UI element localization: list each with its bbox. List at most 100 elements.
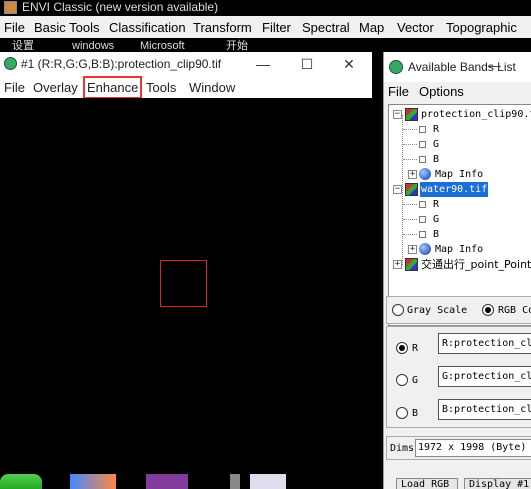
bands-menu-options[interactable]: Options — [419, 84, 464, 99]
band-name[interactable]: B — [433, 227, 439, 242]
rgb-color-radio[interactable] — [482, 304, 494, 316]
zoom-box-indicator[interactable] — [160, 260, 207, 307]
envi-menu-vector[interactable]: Vector — [397, 20, 434, 35]
band-icon — [419, 126, 426, 133]
band-name[interactable]: G — [433, 137, 439, 152]
display-app-icon — [4, 57, 17, 70]
dims-label: Dims — [390, 443, 415, 454]
band-name[interactable]: R — [433, 122, 439, 137]
display-menu-window[interactable]: Window — [189, 80, 235, 95]
expand-icon[interactable]: + — [393, 260, 402, 269]
band-icon — [419, 201, 426, 208]
raster-file-icon — [405, 108, 418, 121]
tree-band-row[interactable]: R — [389, 122, 531, 137]
envi-menu-classification[interactable]: Classification — [109, 20, 186, 35]
taskbar-app-icon[interactable] — [70, 474, 116, 489]
envi-menu-file[interactable]: File — [4, 20, 25, 35]
display-menu-file[interactable]: File — [4, 80, 25, 95]
envi-menu-topographic[interactable]: Topographic — [446, 20, 517, 35]
envi-app-icon — [4, 1, 17, 14]
collapse-icon[interactable]: − — [393, 185, 402, 194]
strip-item[interactable]: 开始 — [226, 40, 248, 52]
r-label: R — [412, 343, 419, 354]
envi-menu-filter[interactable]: Filter — [262, 20, 291, 35]
globe-icon — [419, 243, 431, 255]
g-radio[interactable] — [396, 374, 408, 386]
bands-titlebar[interactable]: Available Bands List — — [384, 52, 531, 82]
globe-icon — [419, 168, 431, 180]
minimize-icon[interactable]: — — [252, 54, 274, 74]
band-icon — [419, 231, 426, 238]
tree-band-row[interactable]: B — [389, 152, 531, 167]
band-icon — [419, 141, 426, 148]
tree-band-row[interactable]: G — [389, 212, 531, 227]
display-titlebar[interactable]: #1 (R:R,G:G,B:B):protection_clip90.tif —… — [0, 52, 372, 76]
r-band-field[interactable]: R:protection_clip90.tif — [438, 333, 531, 354]
tree-file-row[interactable]: − protection_clip90.tif — [389, 107, 531, 122]
b-label: B — [412, 408, 419, 419]
map-info-label[interactable]: Map Info — [435, 242, 483, 257]
band-name[interactable]: G — [433, 212, 439, 227]
strip-item[interactable]: Microsoft — [140, 40, 185, 52]
tree-mapinfo-row[interactable]: + Map Info — [389, 167, 531, 182]
maximize-icon[interactable]: ☐ — [296, 54, 318, 74]
tree-file-row[interactable]: + 交通出行_point_Point — [389, 257, 531, 272]
raster-file-icon — [405, 183, 418, 196]
image-canvas[interactable] — [0, 98, 372, 489]
band-name[interactable]: B — [433, 152, 439, 167]
expand-icon[interactable]: + — [408, 170, 417, 179]
band-tree[interactable]: − protection_clip90.tif R G B + Map Info… — [388, 104, 531, 326]
g-band-field[interactable]: G:protection_clip90.tif — [438, 366, 531, 387]
display-select-button[interactable]: Display #1 — [464, 478, 531, 489]
minimize-icon[interactable]: — — [488, 58, 501, 73]
vector-file-icon — [405, 258, 418, 271]
color-mode-group: Gray Scale RGB Color — [386, 296, 531, 324]
taskbar-app-icon[interactable] — [250, 474, 286, 489]
display-menubar: File Overlay Enhance Tools Window — [0, 76, 372, 99]
rgb-color-label[interactable]: RGB Color — [498, 305, 531, 316]
band-icon — [419, 216, 426, 223]
strip-item[interactable]: windows — [72, 40, 114, 52]
file-name[interactable]: protection_clip90.tif — [421, 107, 531, 122]
r-radio[interactable] — [396, 342, 408, 354]
dims-row: Dims 1972 x 1998 (Byte) [BSQ] — [386, 436, 531, 460]
bands-menu-file[interactable]: File — [388, 84, 409, 99]
display-menu-overlay[interactable]: Overlay — [33, 80, 78, 95]
display-menu-enhance[interactable]: Enhance — [82, 76, 143, 99]
envi-menu-map[interactable]: Map — [359, 20, 384, 35]
tree-band-row[interactable]: B — [389, 227, 531, 242]
envi-titlebar: ENVI Classic (new version available) — [0, 0, 531, 16]
gray-scale-radio[interactable] — [392, 304, 404, 316]
file-name-selected[interactable]: water90.tif — [420, 182, 489, 197]
tree-band-row[interactable]: R — [389, 197, 531, 212]
taskbar-app-icon[interactable] — [0, 474, 42, 489]
background-window-strip: 设置 windows Microsoft 开始 — [0, 38, 531, 52]
tree-band-row[interactable]: G — [389, 137, 531, 152]
rgb-band-panel: R R:protection_clip90.tif G G:protection… — [386, 326, 531, 428]
display-menu-tools[interactable]: Tools — [146, 80, 176, 95]
band-name[interactable]: R — [433, 197, 439, 212]
load-rgb-button[interactable]: Load RGB — [396, 478, 458, 489]
envi-menu-spectral[interactable]: Spectral — [302, 20, 350, 35]
bands-menubar: File Options — [384, 82, 531, 102]
tree-file-row[interactable]: − water90.tif — [389, 182, 531, 197]
collapse-icon[interactable]: − — [393, 110, 402, 119]
b-radio[interactable] — [396, 407, 408, 419]
map-info-label[interactable]: Map Info — [435, 167, 483, 182]
available-bands-panel: Available Bands List — File Options − pr… — [383, 52, 531, 489]
strip-item[interactable]: 设置 — [12, 40, 34, 52]
bands-button-row: Load RGB Display #1 — [386, 478, 531, 489]
envi-menu-basic-tools[interactable]: Basic Tools — [34, 20, 100, 35]
taskbar-app-icon[interactable] — [230, 474, 240, 489]
envi-menu-transform[interactable]: Transform — [193, 20, 252, 35]
expand-icon[interactable]: + — [408, 245, 417, 254]
band-icon — [419, 156, 426, 163]
bands-app-icon — [389, 60, 403, 74]
dims-value: 1972 x 1998 (Byte) [BSQ] — [415, 439, 531, 457]
b-band-field[interactable]: B:protection_clip90.tif — [438, 399, 531, 420]
tree-mapinfo-row[interactable]: + Map Info — [389, 242, 531, 257]
gray-scale-label[interactable]: Gray Scale — [407, 305, 467, 316]
taskbar-app-icon[interactable] — [146, 474, 188, 489]
file-name[interactable]: 交通出行_point_Point — [421, 257, 531, 272]
close-icon[interactable]: ✕ — [338, 54, 360, 74]
